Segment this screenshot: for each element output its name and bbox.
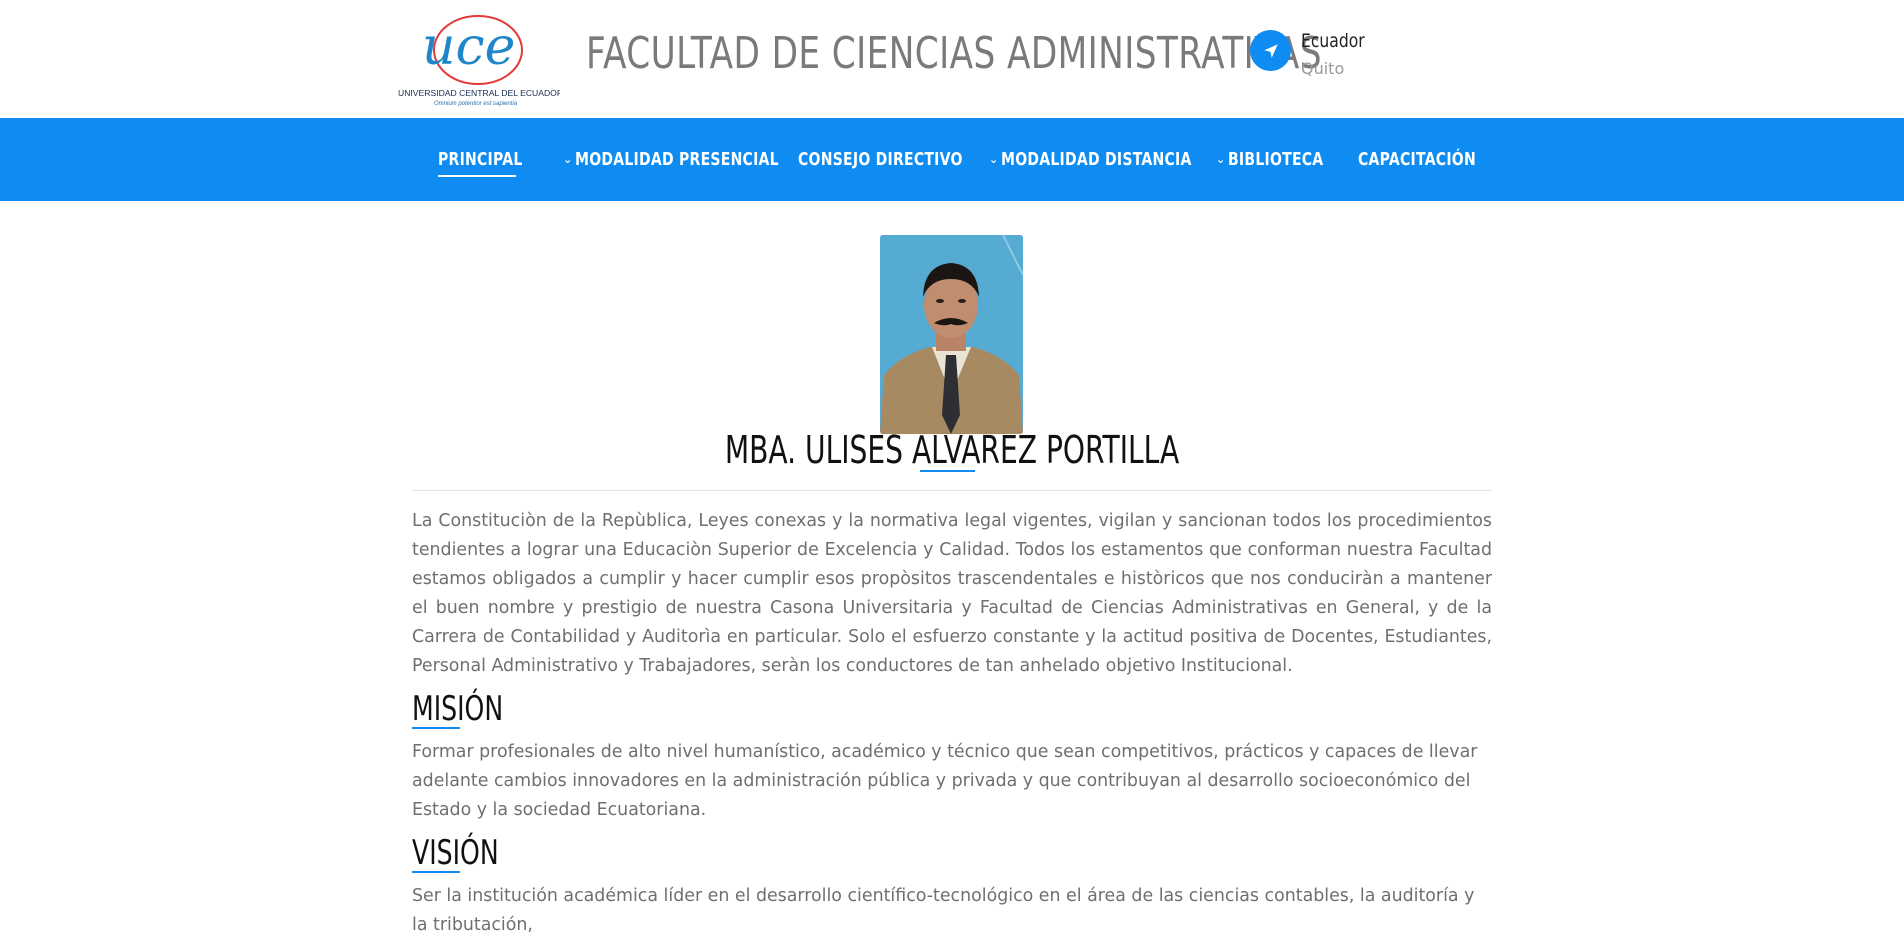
uce-logo[interactable]: uce UNIVERSIDAD CENTRAL DEL ECUADOR Omni…	[396, 6, 563, 110]
nav-label: CAPACITACIÓN	[1358, 149, 1476, 170]
nav-item-biblioteca[interactable]: ⌄ BIBLIOTECA	[1216, 118, 1351, 201]
mision-title-text: MISIÓN	[412, 689, 504, 729]
vision-paragraph: Ser la institución académica líder en el…	[412, 886, 1475, 935]
profile-name: MBA. ULISES ALVAREZ PORTILLA	[0, 428, 1904, 472]
nav-label: MODALIDAD PRESENCIAL	[575, 149, 780, 170]
logo-wordmark: uce	[422, 17, 515, 77]
active-underline	[438, 175, 516, 177]
mision-paragraph: Formar profesionales de alto nivel human…	[412, 742, 1478, 820]
vision-underline	[412, 871, 460, 873]
nav-item-consejo-directivo[interactable]: CONSEJO DIRECTIVO	[798, 118, 1009, 201]
vision-title-text: VISIÓN	[412, 833, 499, 873]
navigation-arrow-icon[interactable]	[1250, 30, 1291, 71]
logo-motto: Omnium potentior est sapientia	[434, 101, 518, 107]
profile-name-underline	[920, 470, 975, 472]
nav-label: PRINCIPAL	[438, 149, 523, 170]
main-navigation: PRINCIPAL ⌄ MODALIDAD PRESENCIAL CONSEJO…	[0, 118, 1904, 201]
location-city: Quito	[1301, 59, 1345, 78]
chevron-down-icon: ⌄	[563, 153, 573, 166]
chevron-down-icon: ⌄	[989, 153, 999, 166]
nav-label: BIBLIOTECA	[1228, 149, 1324, 170]
mision-title: MISIÓN	[412, 689, 535, 729]
nav-item-principal[interactable]: PRINCIPAL	[438, 118, 546, 201]
nav-item-modalidad-distancia[interactable]: ⌄ MODALIDAD DISTANCIA	[989, 118, 1246, 201]
nav-label: CONSEJO DIRECTIVO	[798, 149, 963, 170]
logo-university-name: UNIVERSIDAD CENTRAL DEL ECUADOR	[398, 88, 560, 98]
nav-item-modalidad-presencial[interactable]: ⌄ MODALIDAD PRESENCIAL	[563, 118, 837, 201]
profile-photo	[880, 235, 1023, 434]
chevron-down-icon: ⌄	[1216, 153, 1226, 166]
mision-underline	[412, 727, 460, 729]
site-header: uce UNIVERSIDAD CENTRAL DEL ECUADOR Omni…	[0, 0, 1904, 118]
vision-title: VISIÓN	[412, 833, 529, 873]
site-title: FACULTAD DE CIENCIAS ADMINISTRATIVAS	[586, 28, 1322, 79]
nav-item-capacitacion[interactable]: CAPACITACIÓN	[1358, 118, 1509, 201]
intro-paragraph: La Constituciòn de la Repùblica, Leyes c…	[412, 511, 1492, 676]
nav-label: MODALIDAD DISTANCIA	[1001, 149, 1192, 170]
profile-name-text: MBA. ULISES ALVAREZ PORTILLA	[724, 428, 1180, 472]
location-country: Ecuador	[1301, 30, 1365, 52]
divider	[412, 490, 1492, 491]
